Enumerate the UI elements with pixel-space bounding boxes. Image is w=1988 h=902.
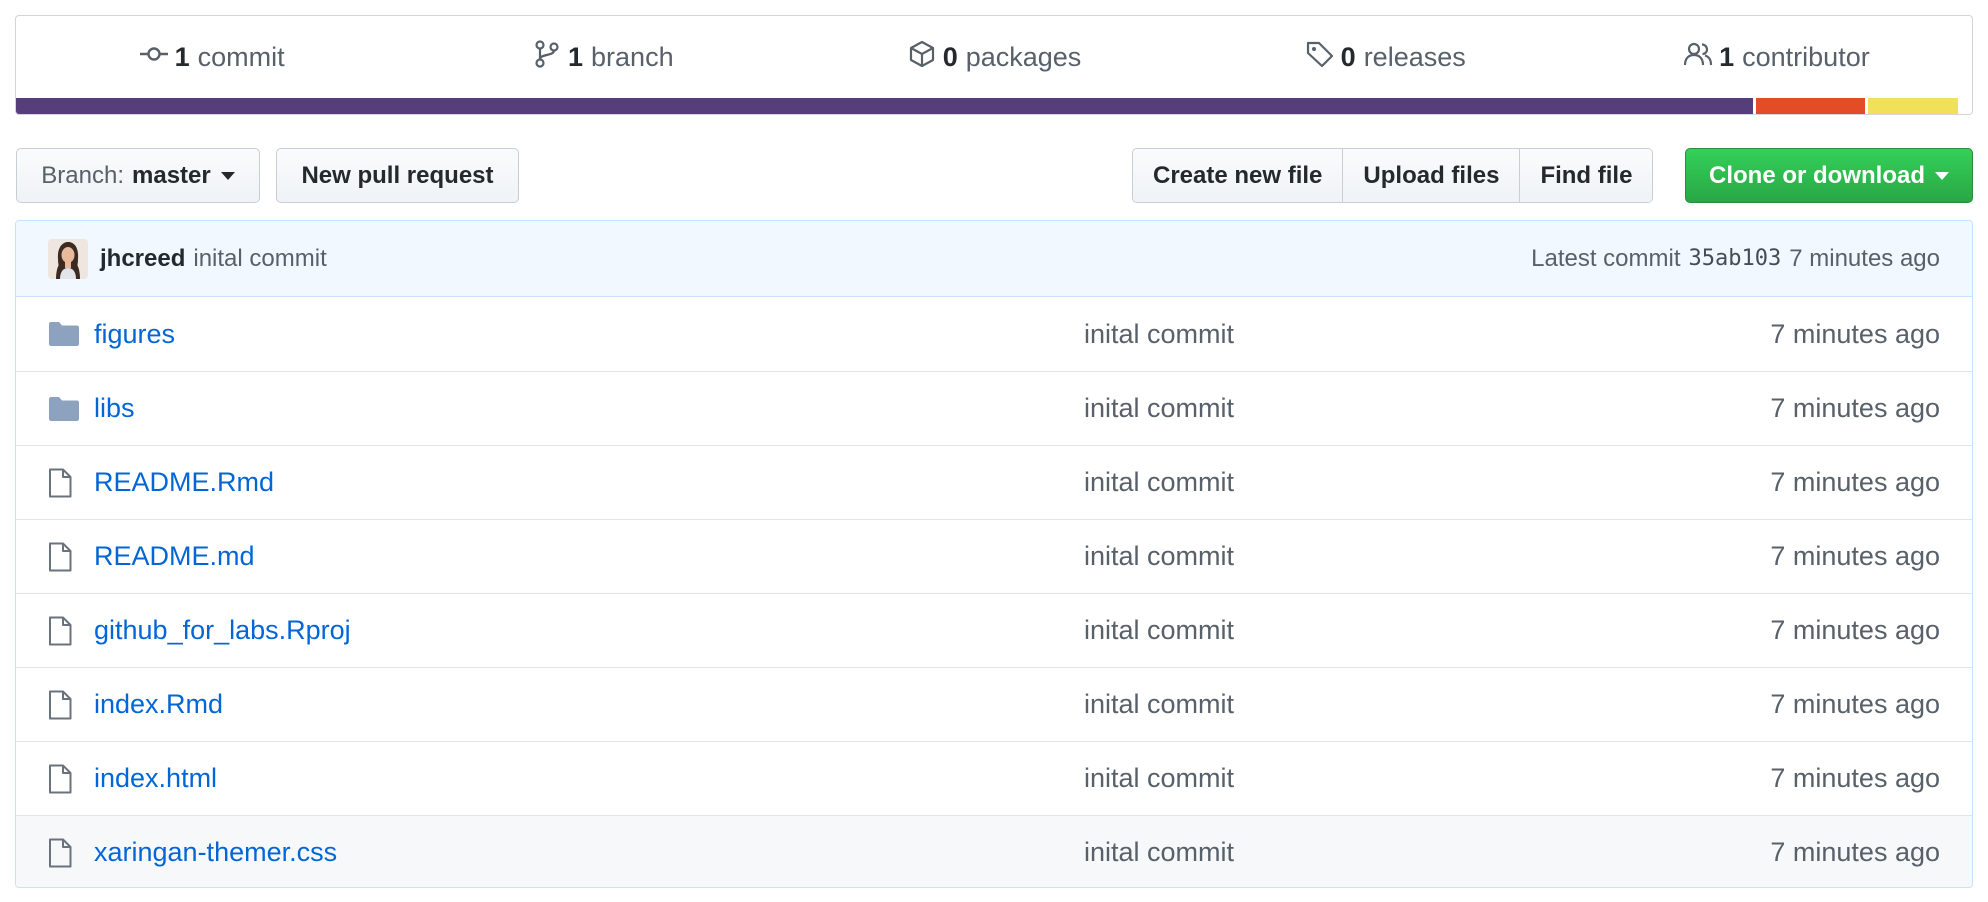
releases-label: releases (1363, 41, 1466, 72)
find-file-button[interactable]: Find file (1520, 149, 1653, 202)
commit-message-link[interactable]: inital commit (193, 245, 326, 273)
file-row: figures inital commit 7 minutes ago (16, 297, 1972, 371)
file-icon (48, 468, 88, 498)
file-name-link[interactable]: github_for_labs.Rproj (94, 615, 1084, 646)
file-row: index.Rmd inital commit 7 minutes ago (16, 667, 1972, 741)
latest-commit-bar: jhcreed inital commit Latest commit 35ab… (16, 221, 1972, 297)
new-pull-request-label: New pull request (301, 161, 494, 189)
commit-age: 7 minutes ago (1789, 244, 1940, 272)
new-pull-request-button[interactable]: New pull request (276, 148, 519, 203)
language-segment (16, 98, 1753, 114)
file-commit-message-link[interactable]: inital commit (1084, 319, 1234, 350)
branch-select-button[interactable]: Branch: master (16, 148, 260, 203)
language-bar[interactable] (16, 98, 1972, 114)
file-commit-age: 7 minutes ago (1770, 689, 1940, 719)
commit-icon (139, 39, 169, 76)
file-icon (48, 764, 88, 794)
file-name-link[interactable]: index.html (94, 763, 1084, 794)
clone-or-download-button[interactable]: Clone or download (1685, 148, 1973, 203)
releases-count: 0 (1340, 41, 1356, 72)
file-commit-message-link[interactable]: inital commit (1084, 689, 1234, 720)
contributors-label: contributor (1742, 41, 1870, 72)
package-icon (907, 39, 937, 76)
commits-label: commit (197, 41, 285, 72)
commits-count: 1 (174, 41, 190, 72)
commits-stat[interactable]: 1 commit (16, 39, 407, 76)
folder-icon (48, 396, 88, 422)
file-row: README.md inital commit 7 minutes ago (16, 519, 1972, 593)
file-name-link[interactable]: xaringan-themer.css (94, 837, 1084, 868)
file-commit-age: 7 minutes ago (1770, 541, 1940, 571)
file-name-link[interactable]: README.Rmd (94, 467, 1084, 498)
file-row: github_for_labs.Rproj inital commit 7 mi… (16, 593, 1972, 667)
branch-prefix: Branch: (41, 161, 124, 189)
file-name-link[interactable]: index.Rmd (94, 689, 1084, 720)
commit-sha-link[interactable]: 35ab103 (1689, 246, 1782, 271)
branches-stat[interactable]: 1 branch (407, 39, 798, 76)
packages-stat[interactable]: 0 packages (798, 39, 1189, 76)
clone-or-download-label: Clone or download (1709, 161, 1925, 189)
language-segment (1868, 98, 1959, 114)
file-table: jhcreed inital commit Latest commit 35ab… (15, 220, 1973, 888)
people-icon (1683, 39, 1713, 76)
file-name-link[interactable]: figures (94, 319, 1084, 350)
branch-name: master (132, 161, 211, 189)
file-commit-message-link[interactable]: inital commit (1084, 763, 1234, 794)
file-icon (48, 838, 88, 868)
file-commit-age: 7 minutes ago (1770, 467, 1940, 497)
file-commit-message-link[interactable]: inital commit (1084, 467, 1234, 498)
file-actions-group: Create new file Upload files Find file (1132, 148, 1654, 203)
packages-label: packages (965, 41, 1082, 72)
file-commit-age: 7 minutes ago (1770, 837, 1940, 867)
file-commit-age: 7 minutes ago (1770, 615, 1940, 645)
latest-commit-label: Latest commit (1531, 244, 1681, 272)
avatar[interactable] (48, 238, 88, 279)
file-icon (48, 542, 88, 572)
branches-label: branch (591, 41, 674, 72)
chevron-down-icon (1935, 171, 1949, 180)
file-commit-message-link[interactable]: inital commit (1084, 837, 1234, 868)
file-icon (48, 616, 88, 646)
language-segment (1755, 98, 1866, 114)
file-commit-age: 7 minutes ago (1770, 318, 1940, 349)
chevron-down-icon (220, 171, 235, 180)
repo-stats-bar: 1 commit 1 branch 0 packages 0 releases (15, 15, 1973, 115)
commit-author-link[interactable]: jhcreed (100, 245, 185, 273)
file-name-link[interactable]: README.md (94, 541, 1084, 572)
file-row: libs inital commit 7 minutes ago (16, 371, 1972, 445)
file-commit-message-link[interactable]: inital commit (1084, 541, 1234, 572)
file-commit-age: 7 minutes ago (1770, 763, 1940, 793)
file-commit-message-link[interactable]: inital commit (1084, 615, 1234, 646)
file-row: index.html inital commit 7 minutes ago (16, 741, 1972, 815)
create-new-file-button[interactable]: Create new file (1133, 149, 1344, 202)
branch-icon (532, 39, 562, 76)
upload-files-button[interactable]: Upload files (1343, 149, 1521, 202)
file-commit-age: 7 minutes ago (1770, 393, 1940, 423)
file-list: figures inital commit 7 minutes ago libs… (16, 297, 1972, 887)
releases-stat[interactable]: 0 releases (1190, 39, 1581, 76)
contributors-count: 1 (1719, 41, 1735, 72)
contributors-stat[interactable]: 1 contributor (1581, 39, 1972, 76)
file-name-link[interactable]: libs (94, 393, 1084, 424)
packages-count: 0 (942, 41, 958, 72)
file-row: README.Rmd inital commit 7 minutes ago (16, 445, 1972, 519)
tag-icon (1305, 39, 1335, 76)
file-commit-message-link[interactable]: inital commit (1084, 393, 1234, 424)
file-icon (48, 690, 88, 720)
folder-icon (48, 321, 88, 347)
branches-count: 1 (568, 41, 584, 72)
file-row: xaringan-themer.css inital commit 7 minu… (16, 815, 1972, 887)
